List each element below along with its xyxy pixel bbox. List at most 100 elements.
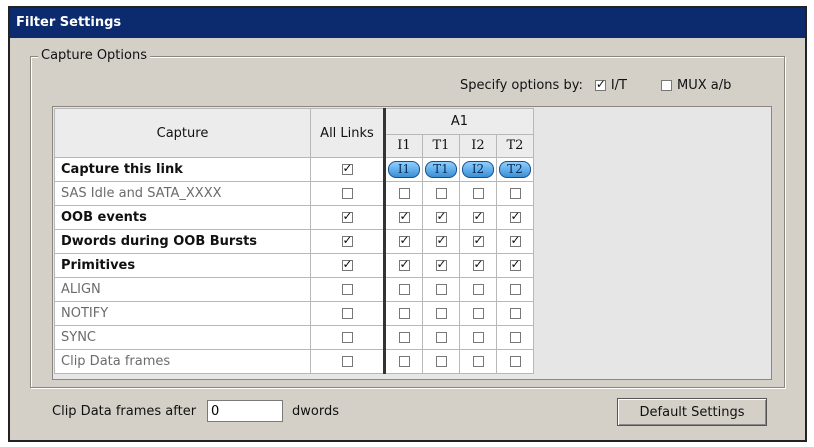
link-checkbox[interactable]	[472, 233, 484, 247]
link-checkbox[interactable]	[472, 188, 484, 199]
all-links-checkbox[interactable]	[341, 209, 353, 223]
link-checkbox[interactable]	[435, 233, 447, 247]
link-cell	[422, 349, 460, 374]
link-pill-button[interactable]: I1	[388, 161, 420, 178]
all-links-checkbox[interactable]	[341, 284, 353, 295]
link-checkbox[interactable]	[435, 356, 447, 367]
table-row: NOTIFY	[54, 301, 534, 326]
link-cell: T2	[496, 157, 534, 182]
link-cell	[496, 349, 534, 374]
link-checkbox[interactable]	[398, 233, 410, 247]
link-checkbox[interactable]	[472, 209, 484, 223]
mux-checkbox[interactable]	[660, 80, 672, 91]
specify-options: Specify options by: I/T MUX a/b	[460, 77, 732, 93]
all-links-cell	[310, 157, 385, 182]
link-cell	[422, 325, 460, 350]
all-links-checkbox[interactable]	[341, 233, 353, 247]
all-links-cell	[310, 181, 385, 206]
row-label: SYNC	[54, 325, 311, 350]
all-links-checkbox[interactable]	[341, 257, 353, 271]
it-option[interactable]: I/T	[594, 77, 627, 93]
link-cell	[459, 253, 497, 278]
link-cell	[459, 205, 497, 230]
link-checkbox[interactable]	[472, 257, 484, 271]
all-links-checkbox[interactable]	[341, 332, 353, 343]
link-checkbox[interactable]	[398, 332, 410, 343]
link-checkbox[interactable]	[509, 308, 521, 319]
link-cell	[383, 301, 423, 326]
link-cell	[422, 301, 460, 326]
window-title: Filter Settings	[10, 8, 805, 38]
link-pill-button[interactable]: I2	[462, 161, 494, 178]
it-checkbox[interactable]	[594, 77, 606, 91]
all-links-checkbox[interactable]	[341, 188, 353, 199]
link-checkbox[interactable]	[509, 209, 521, 223]
link-checkbox[interactable]	[509, 284, 521, 295]
link-cell	[496, 229, 534, 254]
all-links-checkbox[interactable]	[341, 356, 353, 367]
row-label: ALIGN	[54, 277, 311, 302]
link-checkbox[interactable]	[398, 356, 410, 367]
row-label: NOTIFY	[54, 301, 311, 326]
link-cell	[496, 325, 534, 350]
link-checkbox[interactable]	[509, 233, 521, 247]
link-pill-button[interactable]: T2	[499, 161, 531, 178]
table-row: ALIGN	[54, 277, 534, 302]
table-row: Dwords during OOB Bursts	[54, 229, 534, 254]
clip-after-input[interactable]	[207, 400, 283, 422]
link-checkbox[interactable]	[435, 284, 447, 295]
link-checkbox[interactable]	[509, 188, 521, 199]
link-checkbox[interactable]	[435, 188, 447, 199]
link-cell: I1	[383, 157, 423, 182]
row-label: Capture this link	[54, 157, 311, 182]
row-label: Primitives	[54, 253, 311, 278]
clip-after-label: Clip Data frames after	[52, 404, 197, 419]
link-checkbox[interactable]	[472, 308, 484, 319]
link-checkbox[interactable]	[398, 209, 410, 223]
mux-option[interactable]: MUX a/b	[660, 78, 732, 93]
link-checkbox[interactable]	[472, 332, 484, 343]
link-pill-button[interactable]: T1	[425, 161, 457, 178]
link-checkbox[interactable]	[509, 356, 521, 367]
link-checkbox[interactable]	[435, 308, 447, 319]
link-checkbox[interactable]	[435, 332, 447, 343]
link-checkbox[interactable]	[472, 284, 484, 295]
link-checkbox[interactable]	[398, 308, 410, 319]
all-links-cell	[310, 325, 385, 350]
table-row: SYNC	[54, 325, 534, 350]
all-links-checkbox[interactable]	[341, 308, 353, 319]
header-capture: Capture	[54, 108, 311, 158]
link-checkbox[interactable]	[509, 257, 521, 271]
link-checkbox[interactable]	[435, 209, 447, 223]
all-links-cell	[310, 349, 385, 374]
header-all-links: All Links	[310, 108, 385, 158]
link-cell	[459, 301, 497, 326]
link-checkbox[interactable]	[398, 188, 410, 199]
table-row: Clip Data frames	[54, 349, 534, 374]
link-checkbox[interactable]	[472, 356, 484, 367]
link-cell	[422, 205, 460, 230]
it-label: I/T	[610, 78, 627, 93]
link-checkbox[interactable]	[435, 257, 447, 271]
link-cell	[383, 277, 423, 302]
link-cell	[496, 301, 534, 326]
table-row: Capture this link I1 T1 I2 T2	[54, 157, 534, 182]
link-checkbox[interactable]	[398, 284, 410, 295]
capture-options-legend: Capture Options	[38, 48, 150, 63]
mux-label: MUX a/b	[676, 78, 732, 93]
all-links-checkbox[interactable]	[341, 161, 353, 175]
link-cell	[383, 253, 423, 278]
link-cell	[496, 181, 534, 206]
table-row: SAS Idle and SATA_XXXX	[54, 181, 534, 206]
row-label: SAS Idle and SATA_XXXX	[54, 181, 311, 206]
header-i1: I1	[383, 133, 423, 159]
link-cell	[459, 181, 497, 206]
header-t1: T1	[422, 133, 460, 159]
row-label: Dwords during OOB Bursts	[54, 229, 311, 254]
link-checkbox[interactable]	[398, 257, 410, 271]
link-cell	[459, 229, 497, 254]
default-settings-button[interactable]: Default Settings	[617, 398, 767, 426]
link-cell	[459, 277, 497, 302]
header-a1: A1	[383, 108, 534, 135]
link-checkbox[interactable]	[509, 332, 521, 343]
